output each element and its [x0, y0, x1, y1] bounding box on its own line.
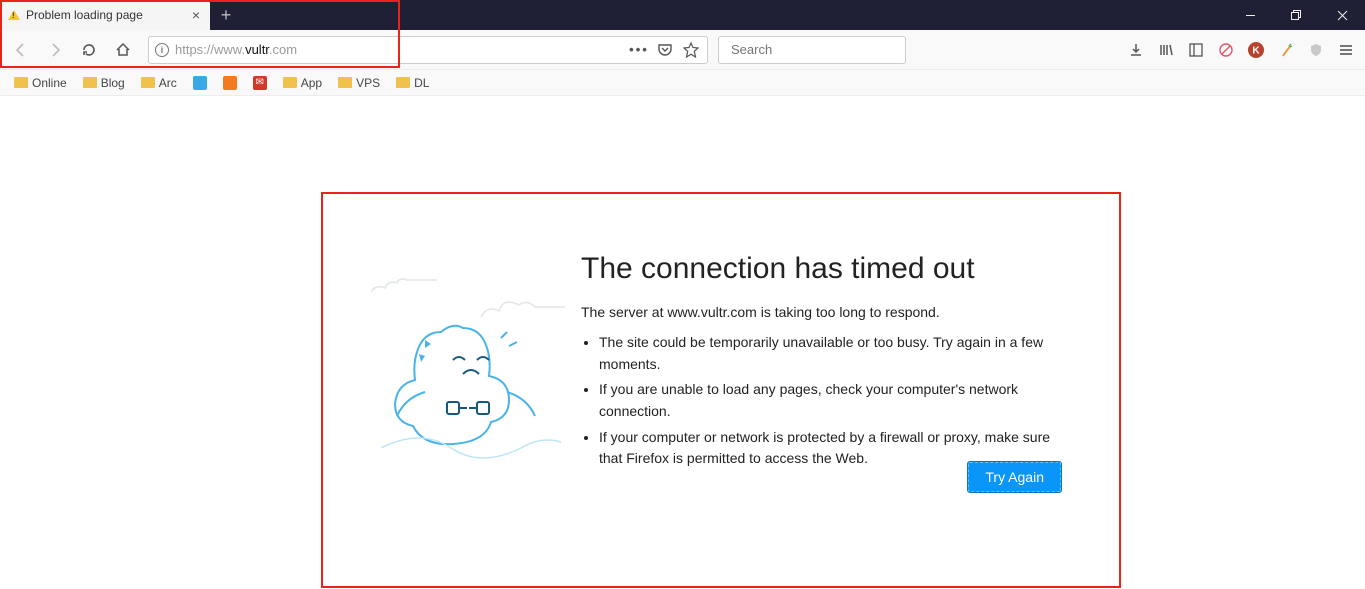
url-text: https://www.vultr.com	[175, 42, 623, 57]
titlebar: Problem loading page × +	[0, 0, 1365, 30]
downloads-icon[interactable]	[1127, 41, 1145, 59]
extension-k-icon[interactable]: K	[1247, 41, 1265, 59]
tab-strip: Problem loading page × +	[0, 0, 242, 30]
library-icon[interactable]	[1157, 41, 1175, 59]
error-body: The connection has timed out The server …	[581, 252, 1061, 474]
bookmark-item[interactable]: Blog	[79, 74, 129, 92]
window-restore-button[interactable]	[1273, 0, 1319, 30]
search-input[interactable]	[731, 42, 907, 57]
page-content: The connection has timed out The server …	[0, 96, 1365, 589]
tab[interactable]: Problem loading page ×	[0, 0, 210, 30]
error-title: The connection has timed out	[581, 252, 1061, 286]
window-minimize-button[interactable]	[1227, 0, 1273, 30]
home-button[interactable]	[108, 35, 138, 65]
forward-button[interactable]	[40, 35, 70, 65]
reload-button[interactable]	[74, 35, 104, 65]
bookmark-item[interactable]: VPS	[334, 74, 384, 92]
site-info-icon[interactable]: i	[155, 43, 169, 57]
close-tab-icon[interactable]: ×	[188, 7, 204, 23]
bookmark-item[interactable]	[219, 74, 241, 92]
back-button[interactable]	[6, 35, 36, 65]
folder-icon	[83, 77, 97, 88]
error-card: The connection has timed out The server …	[321, 192, 1121, 504]
bookmark-label: VPS	[356, 76, 380, 90]
sidebar-icon[interactable]	[1187, 41, 1205, 59]
new-tab-button[interactable]: +	[210, 0, 242, 30]
error-subtitle: The server at www.vultr.com is taking to…	[581, 304, 1061, 320]
page-actions-icon[interactable]: •••	[629, 42, 649, 57]
folder-icon	[141, 77, 155, 88]
bookmark-item[interactable]: Arc	[137, 74, 181, 92]
bookmark-item[interactable]: App	[279, 74, 326, 92]
pocket-icon[interactable]	[655, 42, 675, 58]
bookmark-star-icon[interactable]	[681, 42, 701, 58]
block-icon[interactable]	[1217, 41, 1235, 59]
folder-icon	[396, 77, 410, 88]
error-suggestion-list: The site could be temporarily unavailabl…	[581, 332, 1061, 470]
url-bar[interactable]: i https://www.vultr.com •••	[148, 36, 708, 64]
bookmark-label: Arc	[159, 76, 177, 90]
warning-icon	[8, 10, 20, 20]
folder-icon	[14, 77, 28, 88]
tab-title: Problem loading page	[26, 8, 182, 22]
bookmarks-bar: Online Blog Arc ✉ App VPS DL	[0, 70, 1365, 96]
bookmark-label: Blog	[101, 76, 125, 90]
svg-text:K: K	[1252, 45, 1260, 56]
extension-carrot-icon[interactable]	[1277, 41, 1295, 59]
bookmark-item[interactable]: Online	[10, 74, 71, 92]
folder-icon	[338, 77, 352, 88]
error-suggestion: If you are unable to load any pages, che…	[599, 379, 1061, 422]
bookmark-item[interactable]: DL	[392, 74, 433, 92]
bookmark-item[interactable]	[189, 74, 211, 92]
blue-bookmark-icon	[193, 76, 207, 90]
search-bar[interactable]	[718, 36, 906, 64]
bookmark-label: Online	[32, 76, 67, 90]
bookmark-label: DL	[414, 76, 429, 90]
navbar: i https://www.vultr.com ••• K	[0, 30, 1365, 70]
red-bookmark-icon: ✉	[253, 76, 267, 90]
folder-icon	[283, 77, 297, 88]
bookmark-item[interactable]: ✉	[249, 74, 271, 92]
orange-bookmark-icon	[223, 76, 237, 90]
toolbar-right: K	[1127, 41, 1355, 59]
menu-icon[interactable]	[1337, 41, 1355, 59]
try-again-button[interactable]: Try Again	[968, 462, 1061, 492]
bookmark-label: App	[301, 76, 322, 90]
error-illustration	[361, 252, 571, 474]
window-close-button[interactable]	[1319, 0, 1365, 30]
error-suggestion: The site could be temporarily unavailabl…	[599, 332, 1061, 375]
shield-icon[interactable]	[1307, 41, 1325, 59]
